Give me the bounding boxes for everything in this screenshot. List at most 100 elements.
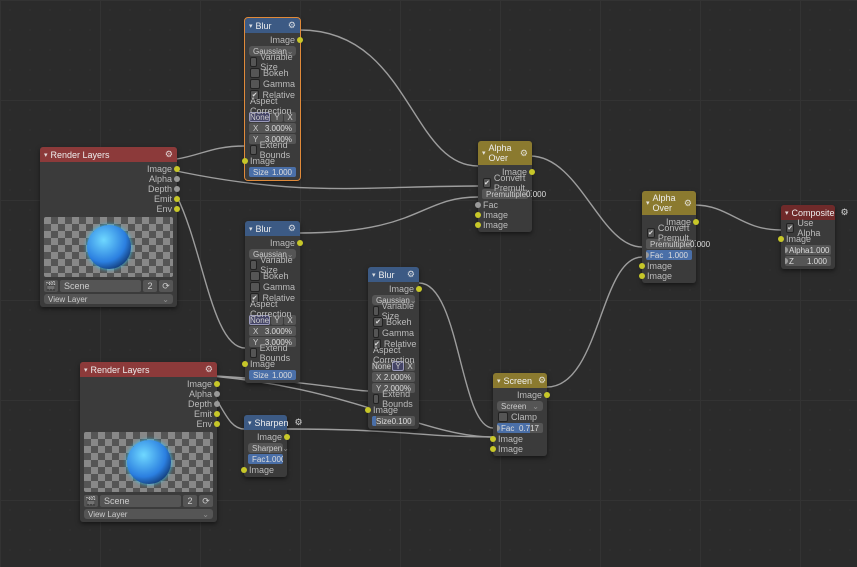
socket-out-depth[interactable] [174,186,180,192]
node-options-icon[interactable]: ⚙ [295,417,303,428]
scene-icon[interactable]: 🎬 [44,280,58,292]
node-options-icon[interactable]: ⚙ [205,364,213,375]
socket-in-image2[interactable] [490,446,496,452]
size-slider[interactable]: Size0.100 [372,416,415,426]
socket-in-image2[interactable] [639,273,645,279]
socket-in-z[interactable] [785,258,788,264]
socket-out-image[interactable] [544,392,550,398]
socket-in-fac[interactable] [475,202,481,208]
node-blur-1[interactable]: ▾ Blur ⚙ Image Gaussian Variable Size Bo… [245,18,300,180]
chk-variable-size[interactable]: Variable Size [245,57,300,67]
chk-extend-bounds[interactable]: Extend Bounds [368,394,419,404]
scene-render-icon[interactable]: ⟳ [159,280,173,292]
field-premul[interactable]: Premultiple0.000 [482,189,528,199]
field-x[interactable]: X3.000% [249,123,296,133]
socket-in-alpha[interactable] [785,247,788,253]
node-header[interactable]: ▾ Blur ⚙ [245,221,300,236]
alpha-slider[interactable]: Alpha1.000 [785,245,831,255]
node-blur-2[interactable]: ▾ Blur ⚙ Image Gaussian Variable Size Bo… [245,221,300,383]
socket-out-image[interactable] [297,240,303,246]
node-options-icon[interactable]: ⚙ [165,149,173,160]
socket-in-image[interactable] [242,361,248,367]
node-render-layers-1[interactable]: ▾ Render Layers ⚙ Image Alpha Depth Emit… [40,147,177,307]
fac-slider[interactable]: Fac1.000 [646,250,692,260]
chk-convert-premul[interactable]: Convert Premult... [642,228,696,238]
node-options-icon[interactable]: ⚙ [288,20,296,31]
size-slider[interactable]: Size1.000 [249,167,296,177]
socket-in-image1[interactable] [639,263,645,269]
scene-selector[interactable]: 🎬 Scene 2 ⟳ [44,280,173,292]
collapse-icon[interactable]: ▾ [785,209,789,217]
node-header[interactable]: ▾ Alpha Over ⚙ [642,191,696,215]
socket-out-emit[interactable] [214,411,220,417]
node-options-icon[interactable]: ⚙ [520,148,528,159]
node-render-layers-2[interactable]: ▾ Render Layers ⚙ Image Alpha Depth Emit… [80,362,217,522]
node-alpha-over-1[interactable]: ▾ Alpha Over ⚙ Image Convert Premult... … [478,141,532,232]
node-alpha-over-2[interactable]: ▾ Alpha Over ⚙ Image Convert Premult... … [642,191,696,283]
field-x[interactable]: X3.000% [249,326,296,336]
socket-in-image[interactable] [241,467,247,473]
node-options-icon[interactable]: ⚙ [841,207,849,218]
chk-convert-premul[interactable]: Convert Premult... [478,178,532,188]
chk-gamma[interactable]: Gamma [245,79,300,89]
fac-slider[interactable]: Fac1.000 [248,454,283,464]
socket-out-image[interactable] [416,286,422,292]
node-options-icon[interactable]: ⚙ [407,269,415,280]
node-header[interactable]: ▾ Render Layers ⚙ [40,147,177,162]
collapse-icon[interactable]: ▾ [44,151,48,159]
node-blur-3[interactable]: ▾ Blur ⚙ Image Gaussian Variable Size Bo… [368,267,419,429]
compositor-canvas[interactable]: { "rl1":{"title":"Render Layers","outs":… [0,0,857,567]
socket-out-image[interactable] [529,169,535,175]
mix-mode-select[interactable]: Screen [497,401,543,411]
collapse-icon[interactable]: ▾ [482,149,486,157]
socket-in-image[interactable] [778,236,784,242]
field-x[interactable]: X2.000% [372,372,415,382]
socket-out-image[interactable] [693,219,699,225]
collapse-icon[interactable]: ▾ [372,271,376,279]
chk-variable-size[interactable]: Variable Size [368,306,419,316]
chk-extend-bounds[interactable]: Extend Bounds [245,145,300,155]
collapse-icon[interactable]: ▾ [249,22,253,30]
collapse-icon[interactable]: ▾ [249,225,253,233]
socket-in-image1[interactable] [490,436,496,442]
socket-out-image[interactable] [297,37,303,43]
node-options-icon[interactable]: ⚙ [684,198,692,209]
node-composite[interactable]: ▾ Composite ⚙ Use Alpha Image Alpha1.000… [781,205,835,269]
socket-out-image[interactable] [284,434,290,440]
chk-gamma[interactable]: Gamma [245,282,300,292]
socket-out-depth[interactable] [214,401,220,407]
chk-extend-bounds[interactable]: Extend Bounds [245,348,300,358]
field-premul[interactable]: Premultiple0.000 [646,239,692,249]
socket-out-env[interactable] [214,421,220,427]
socket-out-alpha[interactable] [214,391,220,397]
socket-out-env[interactable] [174,206,180,212]
viewlayer-select[interactable]: View Layer [84,509,213,519]
node-header[interactable]: ▾ Sharpen ⚙ [244,415,287,430]
chk-variable-size[interactable]: Variable Size [245,260,300,270]
scene-render-icon[interactable]: ⟳ [199,495,213,507]
node-options-icon[interactable]: ⚙ [538,375,546,386]
socket-out-emit[interactable] [174,196,180,202]
node-header[interactable]: ▾ Render Layers ⚙ [80,362,217,377]
chk-use-alpha[interactable]: Use Alpha [781,223,835,233]
socket-out-alpha[interactable] [174,176,180,182]
socket-in-image2[interactable] [475,222,481,228]
node-options-icon[interactable]: ⚙ [288,223,296,234]
socket-in-image[interactable] [242,158,248,164]
chk-gamma[interactable]: Gamma [368,328,419,338]
sharpen-type-select[interactable]: Sharpen [248,443,283,453]
socket-in-image1[interactable] [475,212,481,218]
socket-out-image[interactable] [174,166,180,172]
chk-clamp[interactable]: Clamp [493,412,547,422]
collapse-icon[interactable]: ▾ [646,199,650,207]
collapse-icon[interactable]: ▾ [84,366,88,374]
viewlayer-select[interactable]: View Layer [44,294,173,304]
fac-slider[interactable]: Fac0.717 [497,423,543,433]
node-screen[interactable]: ▾ Screen ⚙ Image Screen Clamp Fac0.717 I… [493,373,547,456]
socket-out-image[interactable] [214,381,220,387]
scene-icon[interactable]: 🎬 [84,495,98,507]
scene-selector[interactable]: 🎬 Scene 2 ⟳ [84,495,213,507]
chk-bokeh[interactable]: Bokeh [368,317,419,327]
node-header[interactable]: ▾ Screen ⚙ [493,373,547,388]
size-slider[interactable]: Size1.000 [249,370,296,380]
